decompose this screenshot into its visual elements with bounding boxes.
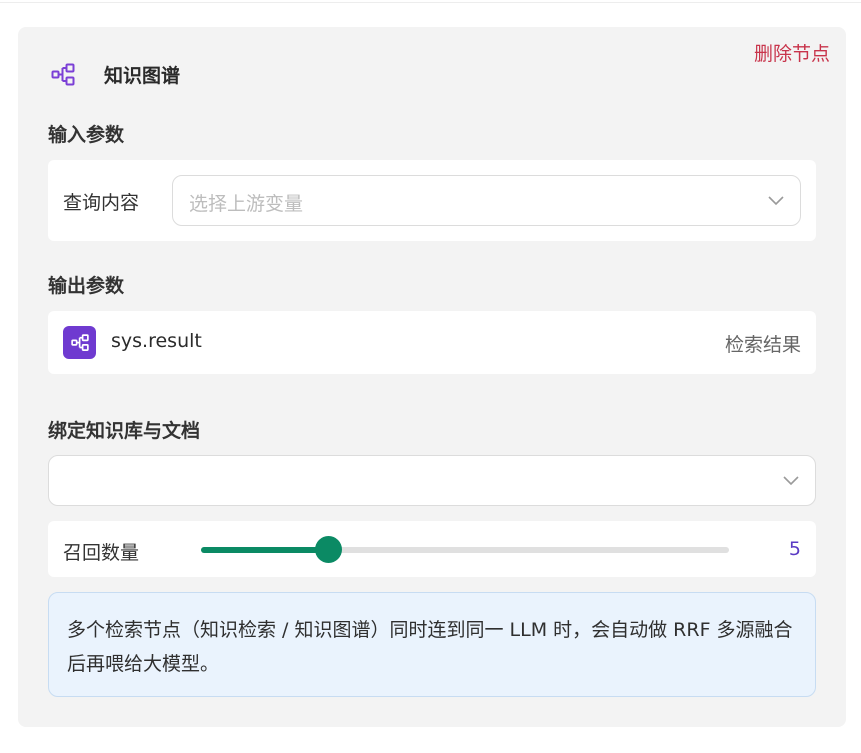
- upstream-variable-placeholder: 选择上游变量: [189, 193, 304, 215]
- output-variable-desc: 检索结果: [724, 334, 801, 356]
- knowledge-graph-icon: [63, 326, 96, 359]
- upstream-variable-select[interactable]: 选择上游变量: [172, 175, 801, 226]
- top-divider: [0, 2, 861, 3]
- rrf-info-note: 多个检索节点（知识检索 / 知识图谱）同时连到同一 LLM 时，会自动做 RRF…: [48, 592, 816, 697]
- recall-count-value: 5: [788, 538, 801, 560]
- recall-count-slider[interactable]: [201, 536, 729, 563]
- input-params-card: 查询内容 选择上游变量: [48, 160, 816, 241]
- recall-count-card: 召回数量 5: [48, 521, 816, 577]
- node-header: 知识图谱: [50, 61, 180, 88]
- knowledge-graph-icon: [50, 62, 76, 88]
- query-label: 查询内容: [63, 192, 140, 214]
- chevron-down-icon: [768, 196, 784, 206]
- output-params-title: 输出参数: [48, 275, 125, 297]
- node-title: 知识图谱: [104, 65, 181, 87]
- slider-fill: [201, 547, 328, 553]
- output-variable-name: sys.result: [111, 330, 202, 352]
- slider-thumb[interactable]: [314, 536, 342, 563]
- knowledge-base-select[interactable]: [48, 455, 816, 506]
- knowledge-binding-title: 绑定知识库与文档: [48, 420, 201, 442]
- chevron-down-icon: [783, 476, 799, 486]
- delete-node-button[interactable]: 删除节点: [754, 39, 830, 66]
- input-params-title: 输入参数: [48, 124, 125, 146]
- knowledge-graph-node-panel: 删除节点 知识图谱 输入参数 查询内容 选择上游变量 输出参数 sys.resu…: [18, 27, 846, 727]
- recall-count-label: 召回数量: [63, 542, 140, 564]
- output-params-card: sys.result 检索结果: [48, 311, 816, 374]
